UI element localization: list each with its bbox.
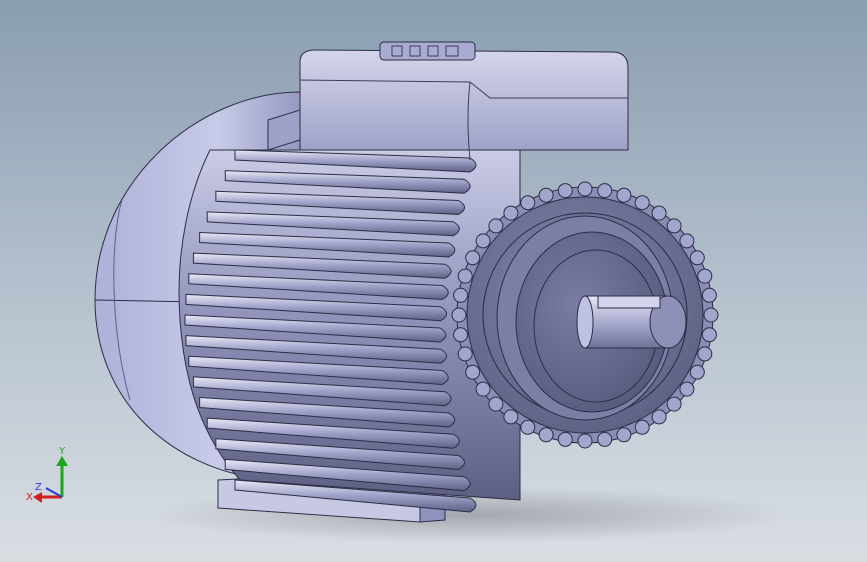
rim-lug xyxy=(488,218,504,234)
rim-lug xyxy=(520,419,536,435)
triad-y-label: Y xyxy=(58,446,66,457)
rim-lug xyxy=(453,287,469,303)
rim-lug xyxy=(503,409,519,425)
rim-lug xyxy=(457,268,473,284)
rim-lug xyxy=(577,181,593,197)
rim-lug xyxy=(666,218,682,234)
rim-lug xyxy=(453,327,469,343)
rim-lug xyxy=(597,183,613,199)
rim-lug xyxy=(475,233,491,249)
rim-lug xyxy=(689,250,705,266)
rim-lug xyxy=(703,307,719,323)
rim-lug xyxy=(651,409,667,425)
rim-lug xyxy=(679,233,695,249)
rim-lug xyxy=(503,205,519,221)
shaft-key xyxy=(597,295,661,309)
rim-lug xyxy=(689,364,705,380)
rim-lug xyxy=(538,187,554,203)
rim-lug xyxy=(597,431,613,447)
rim-lug xyxy=(557,431,573,447)
rim-lug xyxy=(488,396,504,412)
rim-lug xyxy=(465,364,481,380)
output-shaft xyxy=(576,295,687,349)
rim-lug xyxy=(616,427,632,443)
rim-lug xyxy=(465,250,481,266)
triad-x-label: X xyxy=(26,492,33,503)
rim-lug xyxy=(666,396,682,412)
rim-lug xyxy=(475,381,491,397)
rim-lug xyxy=(557,183,573,199)
rim-lug xyxy=(538,427,554,443)
triad-z-label: Z xyxy=(35,482,42,493)
rim-lug xyxy=(577,433,593,449)
rim-lug xyxy=(457,346,473,362)
cad-graphics-viewport[interactable]: Y X Z xyxy=(0,0,867,562)
rim-lug xyxy=(634,419,650,435)
rim-lug xyxy=(451,307,467,323)
rim-lug xyxy=(701,287,717,303)
rim-lug xyxy=(651,205,667,221)
rim-lug xyxy=(634,195,650,211)
terminal-box xyxy=(267,41,629,161)
rim-lug xyxy=(701,327,717,343)
motor-model-view[interactable]: Y X Z xyxy=(0,0,867,562)
rim-lug xyxy=(520,195,536,211)
rim-lug xyxy=(679,381,695,397)
rim-lug xyxy=(697,268,713,284)
rim-lug xyxy=(616,187,632,203)
axis-triad: Y X Z xyxy=(26,446,68,503)
rim-lug xyxy=(697,346,713,362)
